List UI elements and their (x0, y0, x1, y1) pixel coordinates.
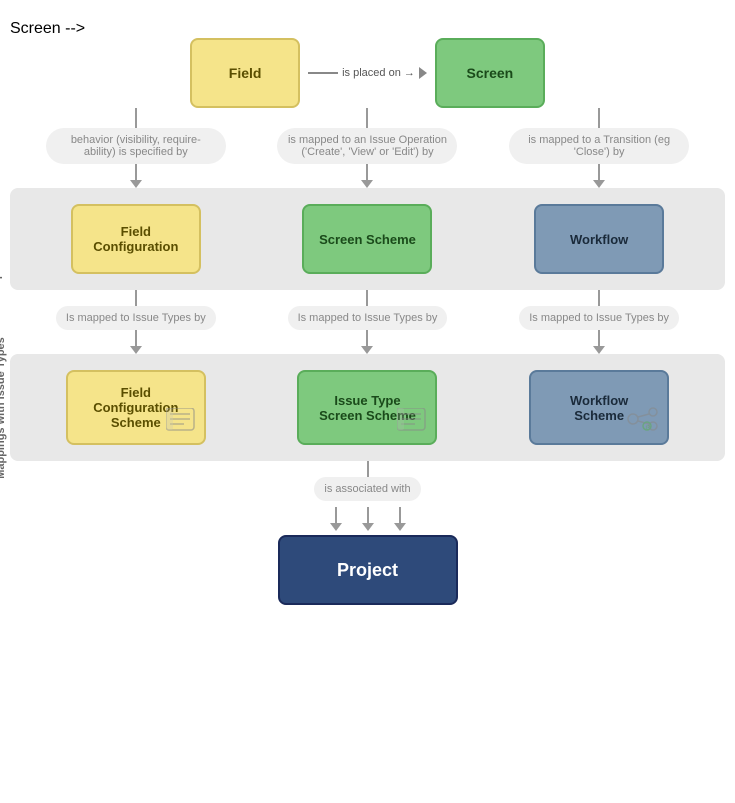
mappings-band-label: Mappings with Issue Types (0, 337, 7, 479)
screen-scheme-node: Screen Scheme (302, 204, 432, 274)
screen-node: Screen (435, 38, 545, 108)
ss-itss-desc: Is mapped to Issue Types by (288, 306, 448, 330)
field-node: Field (190, 38, 300, 108)
list-icon-2 (397, 408, 427, 437)
wf-wfs-desc: Is mapped to Issue Types by (519, 306, 679, 330)
is-placed-on-label: is placed on → (342, 67, 415, 79)
workflow-icon: ⚙ (627, 406, 659, 437)
workflow-node: Workflow (534, 204, 664, 274)
diagram-container: Screen --> Field is placed on → Screen (0, 0, 735, 625)
groups-band-label: Groups and Associations (0, 173, 2, 306)
svg-text:⚙: ⚙ (645, 424, 651, 432)
screen-wf-desc: is mapped to a Transition (eg 'Close') b… (509, 128, 689, 164)
fc-fcs-desc: Is mapped to Issue Types by (56, 306, 216, 330)
associated-with-desc: is associated with (314, 477, 420, 501)
list-icon (166, 408, 196, 437)
project-node: Project (278, 535, 458, 605)
screen-ss-desc: is mapped to an Issue Operation ('Create… (277, 128, 457, 164)
field-config-node: Field Configuration (71, 204, 201, 274)
field-fc-desc: behavior (visibility, require-ability) i… (46, 128, 226, 164)
